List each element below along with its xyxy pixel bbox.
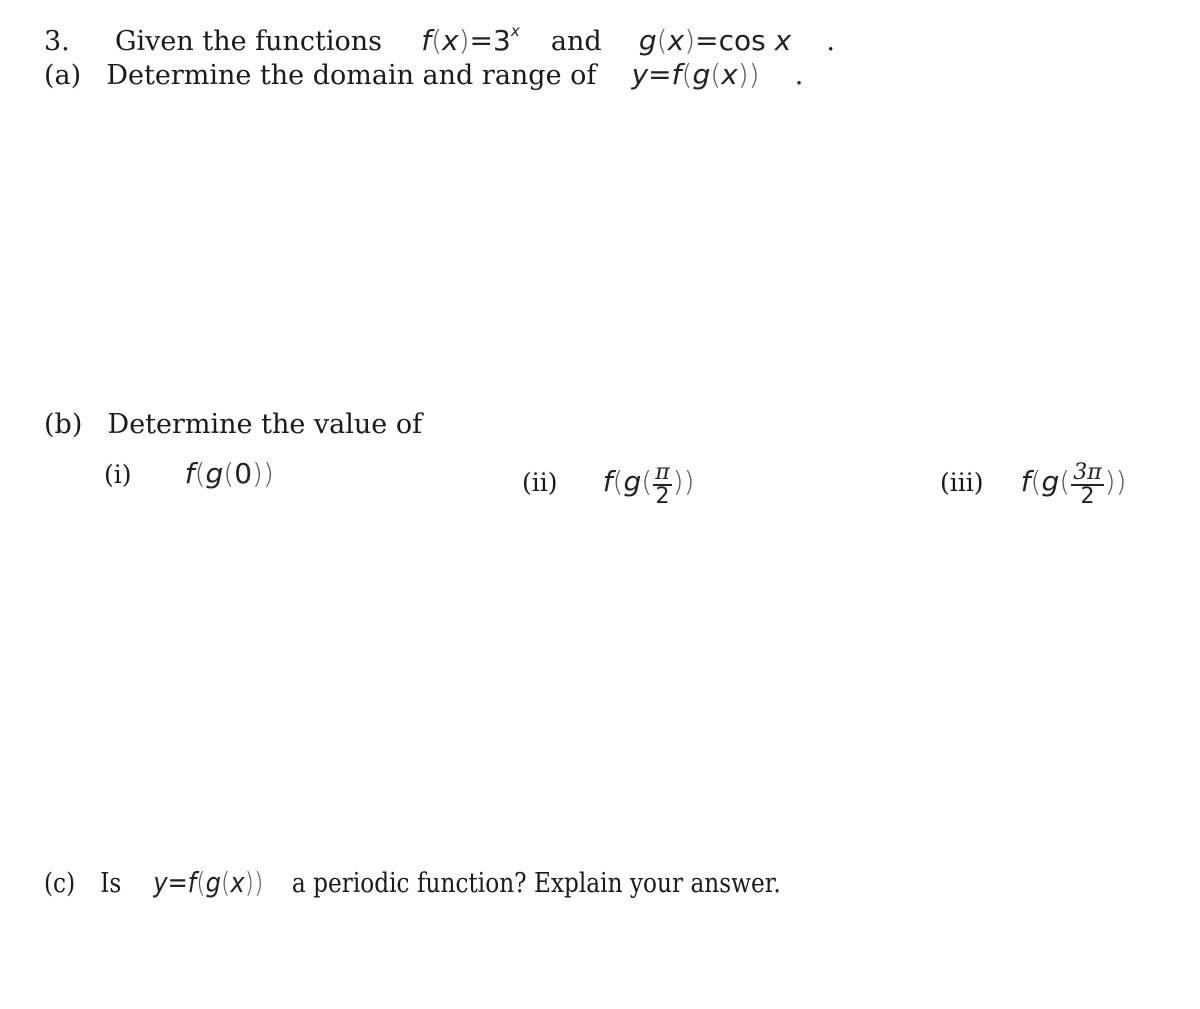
period: .: [826, 26, 835, 57]
fraction: 3π 2: [1071, 460, 1104, 509]
g-definition: g(x)=cos x: [638, 24, 792, 57]
part-a-label: (a): [44, 60, 82, 91]
part-b-label: (b): [44, 409, 83, 440]
question-number: 3.: [44, 26, 70, 57]
f-definition: f(x)=3x: [421, 22, 520, 57]
part-c-label: (c): [44, 868, 76, 899]
part-c-pre: Is: [100, 868, 122, 899]
composite-expression: y=f(g(x)): [153, 866, 264, 899]
part-a-text: Determine the domain and range of: [106, 60, 597, 91]
fraction: π2: [653, 460, 672, 509]
part-c-text: a periodic function? Explain your answer…: [291, 868, 781, 899]
composite-expression: y=f(g(x)): [631, 58, 760, 91]
item-expression: f(g(π 2)): [602, 460, 695, 509]
part-b-item-iii: (iii) f(g(3π 2)): [940, 460, 1127, 509]
question-3-line: 3. Given the functions f(x)=3x and g(x)=…: [44, 22, 835, 57]
item-label: (iii): [940, 467, 984, 497]
item-label: (i): [104, 460, 132, 489]
item-label: (ii): [522, 467, 558, 497]
question-intro: Given the functions: [114, 26, 383, 57]
period: .: [794, 60, 804, 91]
part-b-item-ii: (ii) f(g(π 2)): [522, 460, 695, 509]
part-b-line: (b) Determine the value of: [44, 411, 422, 438]
part-a-line: (a) Determine the domain and range of y=…: [44, 58, 804, 91]
item-expression: f(g(3π 2)): [1020, 460, 1127, 509]
part-b-item-i: (i) f(g(0)): [104, 460, 274, 488]
part-c-line: (c) Is y=f(g(x)) a periodic function? Ex…: [44, 866, 901, 899]
part-b-text: Determine the value of: [107, 409, 423, 440]
connector-and: and: [550, 26, 602, 57]
item-expression: f(g(0)): [184, 457, 274, 490]
